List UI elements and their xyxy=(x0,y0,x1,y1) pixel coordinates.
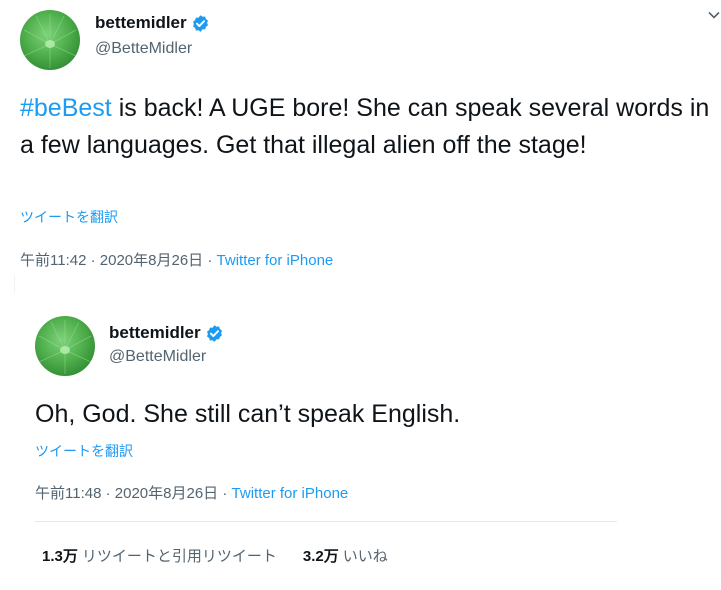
tweet-time[interactable]: 午前11:48 xyxy=(35,485,101,502)
tweet-text-body: is back! A UGE bore! She can speak sever… xyxy=(20,94,710,159)
tweet-text: #beBest is back! A UGE bore! She can spe… xyxy=(20,90,715,164)
chevron-down-icon[interactable] xyxy=(707,8,721,22)
divider xyxy=(35,521,617,522)
tweet-date[interactable]: 2020年8月26日 xyxy=(115,485,218,502)
tweet-source-link[interactable]: Twitter for iPhone xyxy=(232,485,349,502)
lotus-leaf-icon xyxy=(23,14,77,68)
meta-separator: · xyxy=(86,252,100,269)
handle[interactable]: @BetteMidler xyxy=(109,348,206,366)
translate-tweet-link[interactable]: ツイートを翻訳 xyxy=(35,441,133,461)
avatar[interactable] xyxy=(35,316,95,376)
meta-separator: · xyxy=(218,485,232,502)
display-name[interactable]: bettemidler xyxy=(109,323,201,343)
retweets-label: リツイートと引用リツイート xyxy=(81,548,277,565)
verified-badge-icon xyxy=(192,14,208,32)
likes-label: いいね xyxy=(342,548,388,565)
display-name[interactable]: bettemidler xyxy=(95,13,187,33)
meta-separator: · xyxy=(203,252,217,269)
tweet-meta: 午前11:42 · 2020年8月26日 · Twitter for iPhon… xyxy=(20,249,333,270)
likes-count: 3.2万 xyxy=(302,548,339,565)
retweets-stat[interactable]: 1.3万 リツイートと引用リツイート xyxy=(42,545,277,566)
retweets-count: 1.3万 xyxy=(42,548,78,565)
engagement-stats: 1.3万 リツイートと引用リツイート 3.2万 いいね xyxy=(42,545,388,566)
meta-separator: · xyxy=(101,485,115,502)
handle[interactable]: @BetteMidler xyxy=(95,40,192,58)
avatar[interactable] xyxy=(20,10,80,70)
tweet-date[interactable]: 2020年8月26日 xyxy=(100,252,203,269)
hashtag-link[interactable]: #beBest xyxy=(20,94,112,122)
divider xyxy=(0,276,15,590)
tweet-text: Oh, God. She still can’t speak English. xyxy=(35,400,461,428)
tweet-second: bettemidler @BetteMidler Oh, God. She st… xyxy=(14,292,721,590)
author-name-row[interactable]: bettemidler xyxy=(109,323,224,343)
lotus-leaf-icon xyxy=(38,320,92,374)
author-name-row[interactable]: bettemidler xyxy=(95,13,210,33)
tweet-time[interactable]: 午前11:42 xyxy=(20,252,86,269)
translate-tweet-link[interactable]: ツイートを翻訳 xyxy=(20,207,118,227)
tweet-first: bettemidler @BetteMidler #beBest is back… xyxy=(0,0,721,276)
tweet-source-link[interactable]: Twitter for iPhone xyxy=(217,252,334,269)
verified-badge-icon xyxy=(206,324,222,342)
likes-stat[interactable]: 3.2万 いいね xyxy=(303,545,388,566)
tweet-meta: 午前11:48 · 2020年8月26日 · Twitter for iPhon… xyxy=(35,482,348,503)
